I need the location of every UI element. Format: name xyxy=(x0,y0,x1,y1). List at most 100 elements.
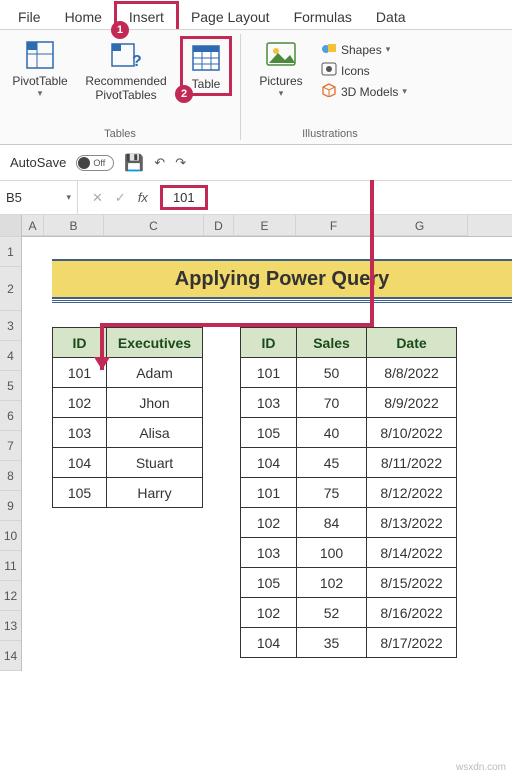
cell[interactable]: 104 xyxy=(241,628,297,658)
row-header[interactable]: 3 xyxy=(0,311,21,341)
col-header[interactable]: D xyxy=(204,215,234,236)
name-box[interactable]: B5 ▾ xyxy=(0,181,78,214)
cell[interactable]: 45 xyxy=(297,448,367,478)
col-header[interactable]: F xyxy=(296,215,372,236)
cell[interactable]: 52 xyxy=(297,598,367,628)
table-row[interactable]: 103Alisa xyxy=(53,418,203,448)
cell[interactable]: 8/14/2022 xyxy=(367,538,457,568)
col-header[interactable]: A xyxy=(22,215,44,236)
table-row[interactable]: 1051028/15/2022 xyxy=(241,568,457,598)
pivottable-button[interactable]: PivotTable ▾ xyxy=(8,36,72,101)
cell[interactable]: 101 xyxy=(241,358,297,388)
recommended-pivottables-button[interactable]: ? Recommended PivotTables xyxy=(76,36,176,104)
cell[interactable]: 100 xyxy=(297,538,367,568)
cell[interactable]: 8/10/2022 xyxy=(367,418,457,448)
row-header[interactable]: 6 xyxy=(0,401,21,431)
fx-icon[interactable]: fx xyxy=(138,190,148,205)
cell[interactable]: 104 xyxy=(53,448,107,478)
tab-file[interactable]: File xyxy=(6,4,53,29)
row-header[interactable]: 13 xyxy=(0,611,21,641)
cell[interactable]: 50 xyxy=(297,358,367,388)
autosave-toggle[interactable]: Off xyxy=(76,155,114,171)
table-sales[interactable]: IDSalesDate 101508/8/2022 103708/9/2022 … xyxy=(240,327,457,658)
enter-formula-icon[interactable]: ✓ xyxy=(115,190,126,206)
cell[interactable]: 8/12/2022 xyxy=(367,478,457,508)
row-header[interactable]: 11 xyxy=(0,551,21,581)
cell[interactable]: 8/15/2022 xyxy=(367,568,457,598)
table-row[interactable]: 104358/17/2022 xyxy=(241,628,457,658)
cell[interactable]: 35 xyxy=(297,628,367,658)
cell[interactable]: 70 xyxy=(297,388,367,418)
table-row[interactable]: 102528/16/2022 xyxy=(241,598,457,628)
row-header[interactable]: 1 xyxy=(0,237,21,267)
cell[interactable]: 103 xyxy=(53,418,107,448)
col-header[interactable]: C xyxy=(104,215,204,236)
tab-formulas[interactable]: Formulas xyxy=(282,4,364,29)
cell[interactable]: 102 xyxy=(53,388,107,418)
row-header[interactable]: 4 xyxy=(0,341,21,371)
row-header[interactable]: 9 xyxy=(0,491,21,521)
col-header[interactable]: B xyxy=(44,215,104,236)
row-header[interactable]: 8 xyxy=(0,461,21,491)
select-all-cell[interactable] xyxy=(0,215,21,237)
col-header[interactable]: E xyxy=(234,215,296,236)
row-header[interactable]: 14 xyxy=(0,641,21,671)
cell[interactable]: 8/17/2022 xyxy=(367,628,457,658)
cell[interactable]: 103 xyxy=(241,538,297,568)
table-row[interactable]: 102848/13/2022 xyxy=(241,508,457,538)
table-row[interactable]: 105Harry xyxy=(53,478,203,508)
shapes-button[interactable]: Shapes ▾ xyxy=(317,40,394,59)
row-header[interactable]: 10 xyxy=(0,521,21,551)
cell[interactable]: 8/9/2022 xyxy=(367,388,457,418)
cell[interactable]: 75 xyxy=(297,478,367,508)
pictures-button[interactable]: Pictures ▾ xyxy=(249,36,313,101)
cell[interactable]: 102 xyxy=(241,598,297,628)
table-row[interactable]: 101758/12/2022 xyxy=(241,478,457,508)
cell[interactable]: Harry xyxy=(107,478,203,508)
table-row[interactable]: 102Jhon xyxy=(53,388,203,418)
row-header[interactable]: 12 xyxy=(0,581,21,611)
tab-pagelayout[interactable]: Page Layout xyxy=(179,4,282,29)
worksheet[interactable]: 1 2 3 4 5 6 7 8 9 10 11 12 13 14 A B C D… xyxy=(0,215,512,671)
cell[interactable]: 103 xyxy=(241,388,297,418)
table-button[interactable]: Table 2 xyxy=(180,36,232,96)
tab-insert[interactable]: Insert 1 xyxy=(114,1,179,29)
cell[interactable]: 104 xyxy=(241,448,297,478)
title-merged-cell[interactable]: Applying Power Query xyxy=(52,259,512,299)
table-row[interactable]: 101Adam xyxy=(53,358,203,388)
redo-button[interactable]: ↷ xyxy=(175,155,186,171)
cancel-formula-icon[interactable]: ✕ xyxy=(92,190,103,206)
cell[interactable]: 84 xyxy=(297,508,367,538)
save-button[interactable]: 💾 xyxy=(124,153,144,173)
cell[interactable]: 105 xyxy=(53,478,107,508)
table-row[interactable]: 104Stuart xyxy=(53,448,203,478)
cell[interactable]: 105 xyxy=(241,418,297,448)
cell[interactable]: 40 xyxy=(297,418,367,448)
col-header[interactable]: G xyxy=(372,215,468,236)
cell[interactable]: Adam xyxy=(107,358,203,388)
table-executives[interactable]: IDExecutives 101Adam 102Jhon 103Alisa 10… xyxy=(52,327,203,508)
3d-models-button[interactable]: 3D Models ▾ xyxy=(317,82,411,101)
cell[interactable]: 8/11/2022 xyxy=(367,448,457,478)
formula-input[interactable]: 101 xyxy=(160,185,208,210)
cell[interactable]: 102 xyxy=(297,568,367,598)
table-row[interactable]: 101508/8/2022 xyxy=(241,358,457,388)
row-header[interactable]: 5 xyxy=(0,371,21,401)
cell[interactable]: 101 xyxy=(53,358,107,388)
cell[interactable]: 101 xyxy=(241,478,297,508)
table-row[interactable]: 104458/11/2022 xyxy=(241,448,457,478)
undo-button[interactable]: ↶ xyxy=(154,155,165,171)
icons-button[interactable]: Icons xyxy=(317,61,374,80)
cell[interactable]: 105 xyxy=(241,568,297,598)
table-row[interactable]: 1031008/14/2022 xyxy=(241,538,457,568)
tab-data[interactable]: Data xyxy=(364,4,418,29)
cell[interactable]: 8/8/2022 xyxy=(367,358,457,388)
row-header[interactable]: 2 xyxy=(0,267,21,311)
table-row[interactable]: 105408/10/2022 xyxy=(241,418,457,448)
cell[interactable]: 8/13/2022 xyxy=(367,508,457,538)
cell[interactable]: 8/16/2022 xyxy=(367,598,457,628)
table-row[interactable]: 103708/9/2022 xyxy=(241,388,457,418)
cell[interactable]: Stuart xyxy=(107,448,203,478)
cell[interactable]: 102 xyxy=(241,508,297,538)
cell[interactable]: Alisa xyxy=(107,418,203,448)
